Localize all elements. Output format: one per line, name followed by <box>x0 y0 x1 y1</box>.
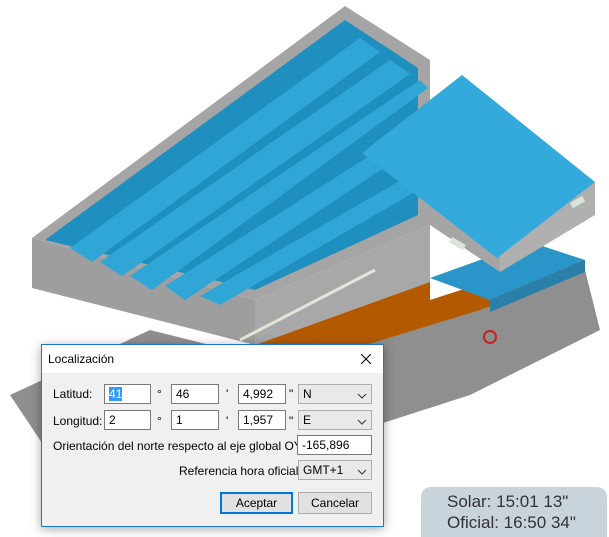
latitude-degrees-value: 41 <box>109 387 123 401</box>
latitude-hemisphere-select[interactable]: N <box>298 384 372 404</box>
latitude-seconds-input[interactable]: 4,992 <box>238 384 286 404</box>
longitude-degrees-input[interactable]: 2 <box>104 410 151 430</box>
timezone-select[interactable]: GMT+1 <box>298 460 372 480</box>
chevron-down-icon <box>357 464 367 482</box>
localizacion-dialog: Localización Latitud: 41 ° 46 ' 4,992 " … <box>41 344 384 527</box>
latitude-label: Latitud: <box>53 387 93 401</box>
longitude-seconds-input[interactable]: 1,957 <box>238 410 286 430</box>
official-time: Oficial: 16:50 34" <box>447 513 576 532</box>
dialog-titlebar[interactable]: Localización <box>42 345 383 373</box>
cancel-button[interactable]: Cancelar <box>298 492 372 514</box>
second-symbol: " <box>289 414 294 428</box>
orientation-input[interactable]: -165,896 <box>297 435 372 455</box>
accept-button[interactable]: Aceptar <box>220 492 293 514</box>
degree-symbol: ° <box>157 387 162 401</box>
longitude-label: Longitud: <box>53 414 103 428</box>
minute-symbol: ' <box>226 414 229 428</box>
latitude-minutes-input[interactable]: 46 <box>171 384 219 404</box>
close-icon[interactable] <box>349 345 383 373</box>
solar-time: Solar: 15:01 13" <box>447 492 569 511</box>
timezone-label: Referencia hora oficial: <box>179 464 302 478</box>
chevron-down-icon <box>357 414 367 432</box>
time-panel: Solar: 15:01 13" Oficial: 16:50 34" <box>421 487 607 537</box>
longitude-minutes-input[interactable]: 1 <box>171 410 219 430</box>
latitude-degrees-input[interactable]: 41 <box>104 384 151 404</box>
chevron-down-icon <box>357 388 367 406</box>
timezone-value: GMT+1 <box>303 463 344 477</box>
longitude-hemisphere-value: E <box>303 413 312 427</box>
latitude-hemisphere-value: N <box>303 387 312 401</box>
minute-symbol: ' <box>226 387 229 401</box>
degree-symbol: ° <box>157 414 162 428</box>
longitude-hemisphere-select[interactable]: E <box>298 410 372 430</box>
second-symbol: " <box>289 387 294 401</box>
dialog-title: Localización <box>48 352 115 366</box>
orientation-label: Orientación del norte respecto al eje gl… <box>53 439 322 453</box>
